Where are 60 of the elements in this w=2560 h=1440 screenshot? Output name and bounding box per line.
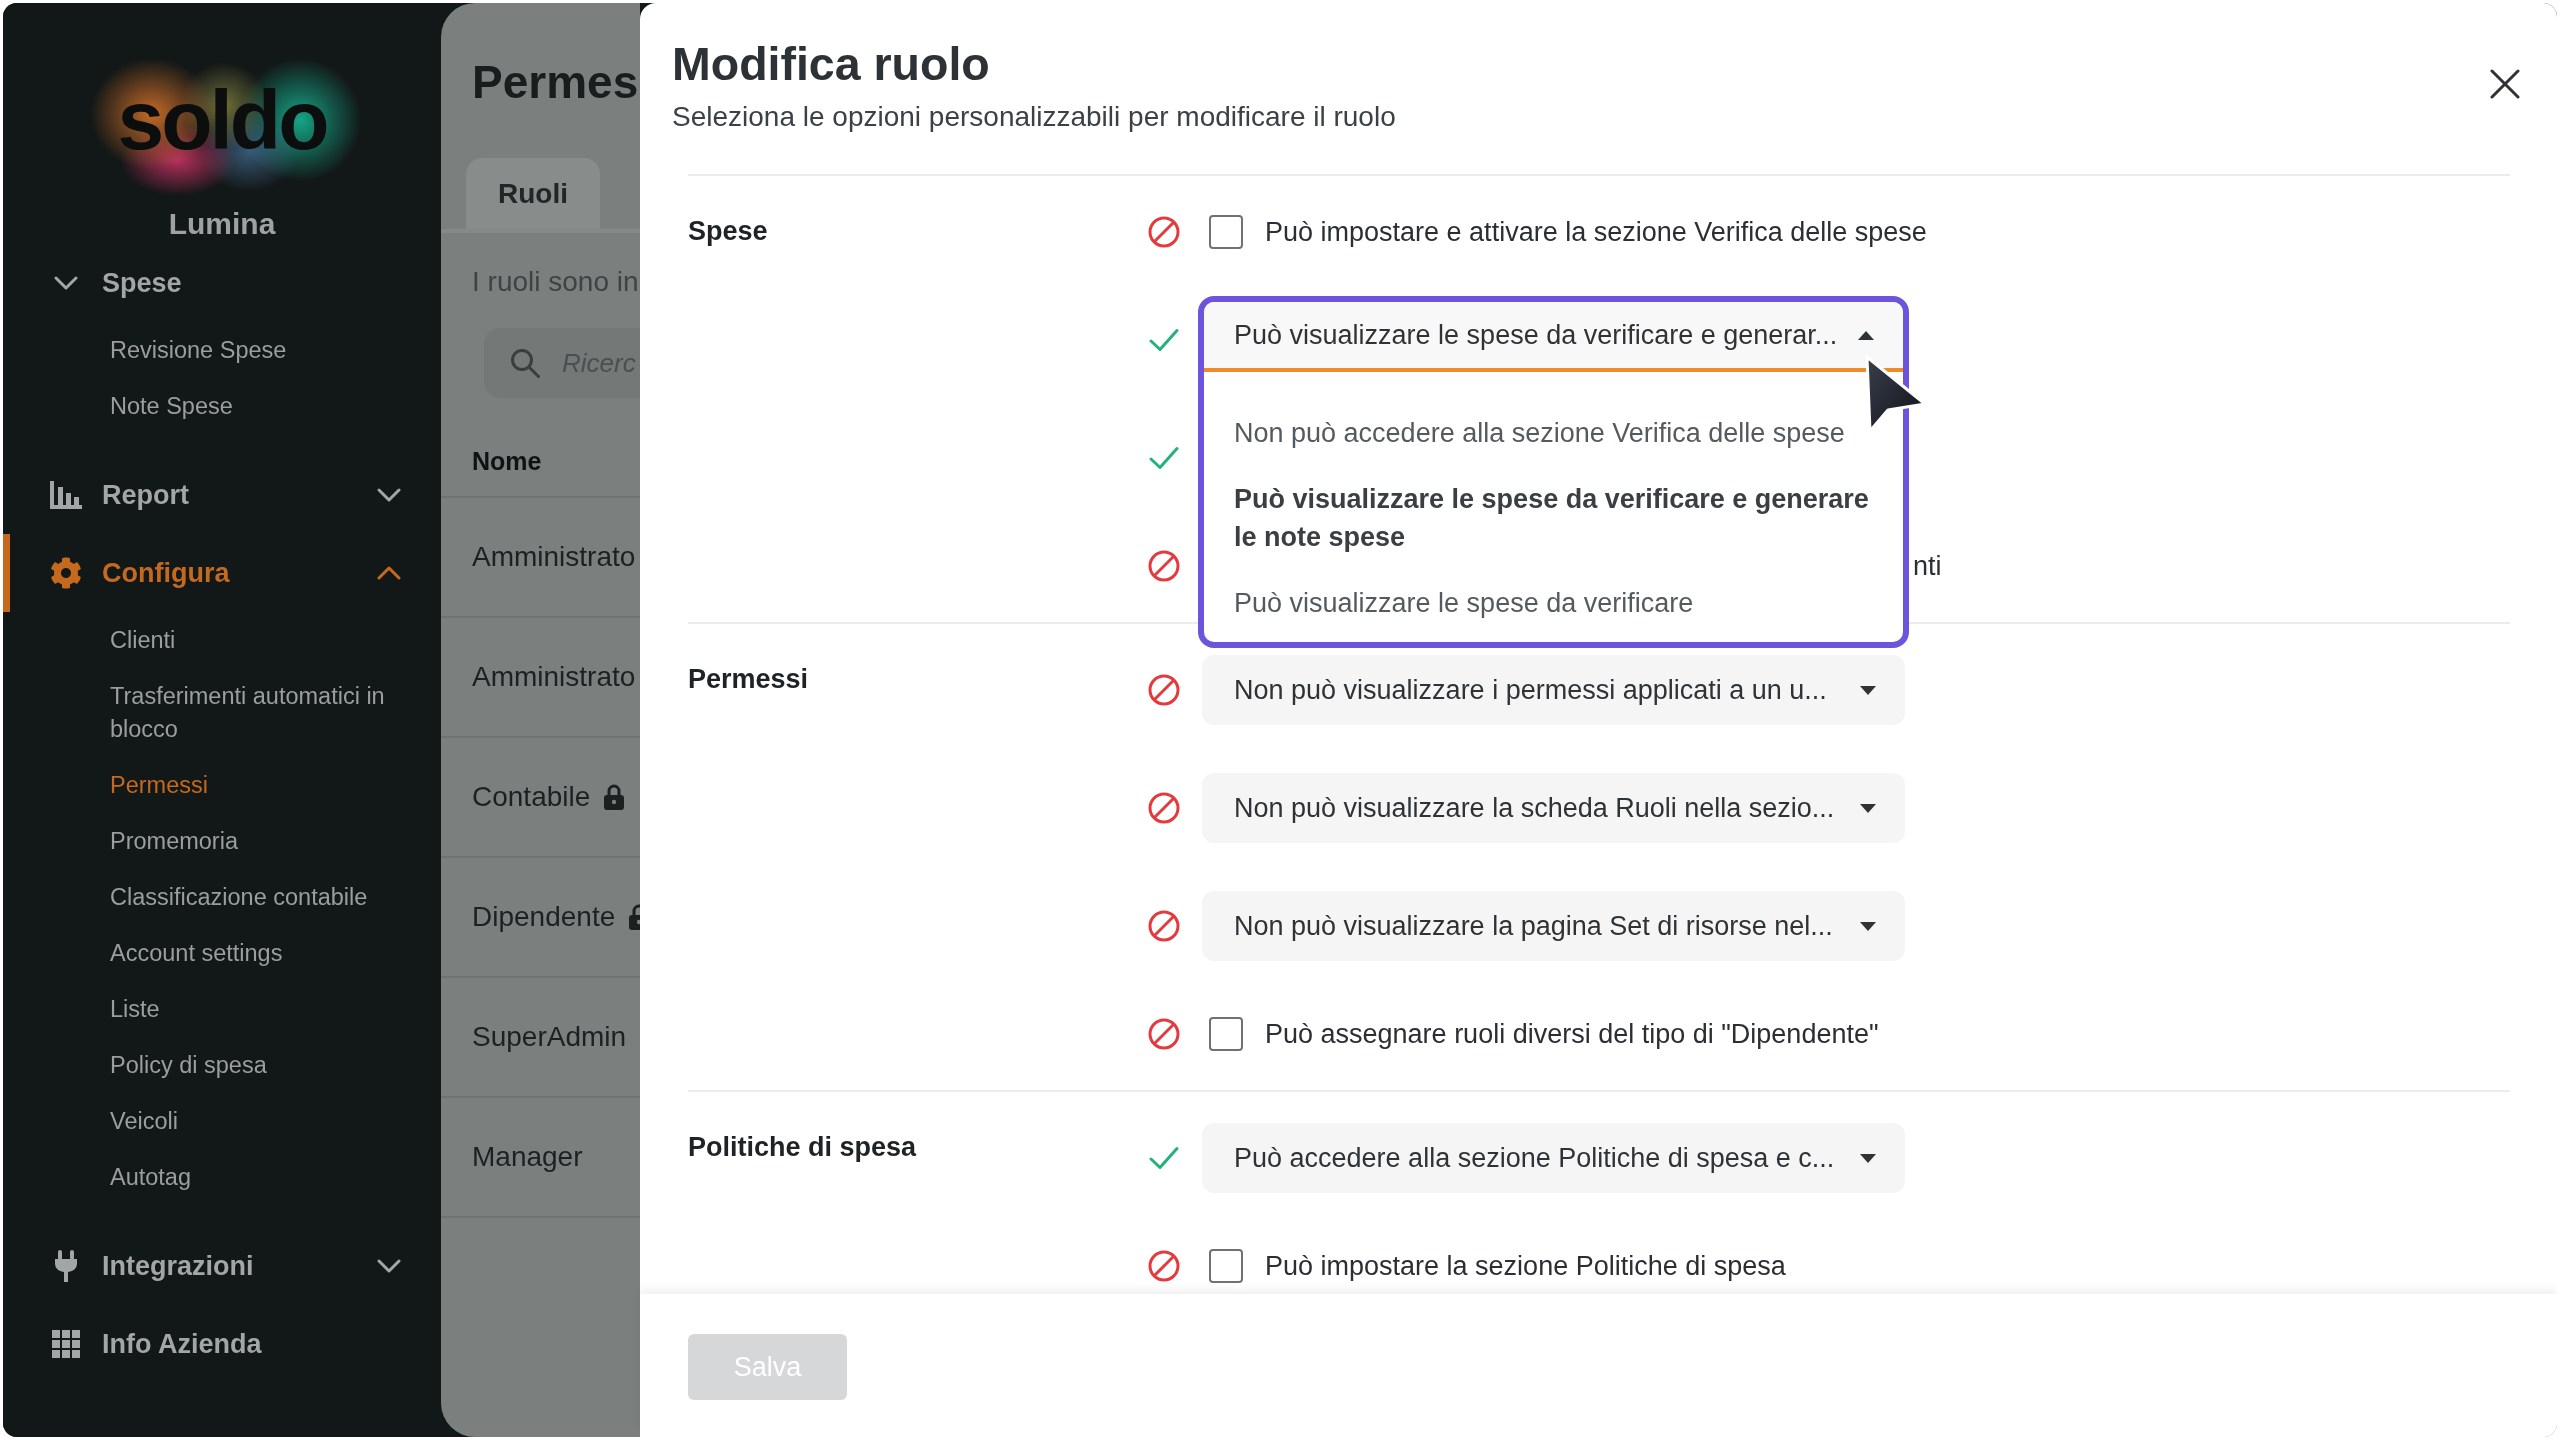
section-title: Permessi xyxy=(688,663,809,696)
sidebar-item[interactable]: Autotag xyxy=(110,1149,191,1205)
sidebar-group[interactable]: Report xyxy=(3,456,441,534)
page-title: Permes xyxy=(472,55,639,110)
checkbox-label: Può assegnare ruoli diversi del tipo di "Dipendente" xyxy=(1265,1018,1879,1051)
dialog-title: Modifica ruolo xyxy=(672,37,990,92)
sidebar-item[interactable]: Revisione Spese xyxy=(110,322,287,378)
select-field[interactable]: Non può visualizzare i permessi applicati a un u... xyxy=(1202,655,1905,725)
table-cell: Amministrato xyxy=(472,660,636,694)
bar-chart-icon xyxy=(50,481,82,509)
sidebar-item[interactable]: Note Spese xyxy=(110,378,233,434)
section-title: Spese xyxy=(688,215,768,248)
sidebar-item[interactable]: Liste xyxy=(110,981,160,1037)
checkbox-label: Può impostare la sezione Politiche di spesa xyxy=(1265,1250,1786,1283)
sidebar-item[interactable]: Permessi xyxy=(110,757,208,813)
company-name: Lumina xyxy=(168,206,276,242)
caret-down-icon xyxy=(1860,1153,1876,1163)
grid-icon xyxy=(51,1329,81,1359)
sidebar-item[interactable]: Policy di spesa xyxy=(110,1037,267,1093)
select-field[interactable]: Non può visualizzare la pagina Set di risorse nel... xyxy=(1202,891,1905,961)
table-cell: Contabile xyxy=(472,780,591,814)
sidebar-item[interactable]: Promemoria xyxy=(110,813,238,869)
sidebar-item[interactable]: Account settings xyxy=(110,925,283,981)
table-cell: Manager xyxy=(472,1140,583,1174)
caret-down-icon xyxy=(1860,803,1876,813)
sidebar-item[interactable]: Trasferimenti automatici in blocco xyxy=(110,668,410,757)
sidebar-group[interactable]: Configura xyxy=(3,534,441,612)
sidebar-item[interactable]: Veicoli xyxy=(110,1093,178,1149)
caret-down-icon xyxy=(1860,685,1876,695)
select-field[interactable]: Può visualizzare le spese da verificare e generar... xyxy=(1204,302,1903,372)
checkbox[interactable] xyxy=(1209,215,1243,249)
chevron-down-icon xyxy=(54,276,78,290)
plug-icon xyxy=(54,1250,78,1282)
table-cell: Amministrato xyxy=(472,540,636,574)
checkbox[interactable] xyxy=(1209,1249,1243,1283)
caret-up-icon xyxy=(1858,330,1874,340)
select-field[interactable]: Può accedere alla sezione Politiche di spesa e c... xyxy=(1202,1123,1905,1193)
dropdown-option[interactable]: Può visualizzare le spese da verificare e generare le note spese xyxy=(1204,466,1903,570)
search-icon xyxy=(510,348,540,378)
table-cell: Dipendente xyxy=(472,900,616,934)
column-header: Nome xyxy=(472,446,542,476)
close-icon xyxy=(2490,69,2520,99)
sidebar-item[interactable]: Classificazione contabile xyxy=(110,869,368,925)
select-field[interactable]: Non può visualizzare la scheda Ruoli nella sezio... xyxy=(1202,773,1905,843)
page-description: I ruoli sono in xyxy=(472,265,639,299)
sidebar-group[interactable]: Spese xyxy=(3,244,441,322)
sidebar-item[interactable]: Clienti xyxy=(110,612,176,668)
checkbox[interactable] xyxy=(1209,1017,1243,1051)
dropdown-option[interactable]: Non può accedere alla sezione Verifica delle spese xyxy=(1204,400,1903,466)
dialog-subtitle: Seleziona le opzioni personalizzabili per modificare il ruolo xyxy=(672,100,1396,134)
table-cell: SuperAdmin xyxy=(472,1020,627,1054)
caret-down-icon xyxy=(1860,921,1876,931)
gear-icon xyxy=(50,557,82,589)
checkbox-label: nti xyxy=(1913,550,1942,583)
checkbox-label: Può impostare e attivare la sezione Verifica delle spese xyxy=(1265,216,1927,249)
tab[interactable]: Ruoli xyxy=(466,158,600,229)
dropdown-option[interactable]: Può visualizzare le spese da verificare xyxy=(1204,570,1903,636)
sidebar-group[interactable]: Info Azienda xyxy=(3,1305,441,1383)
section-title: Politiche di spesa xyxy=(688,1131,917,1164)
sidebar-group[interactable]: Integrazioni xyxy=(3,1227,441,1305)
